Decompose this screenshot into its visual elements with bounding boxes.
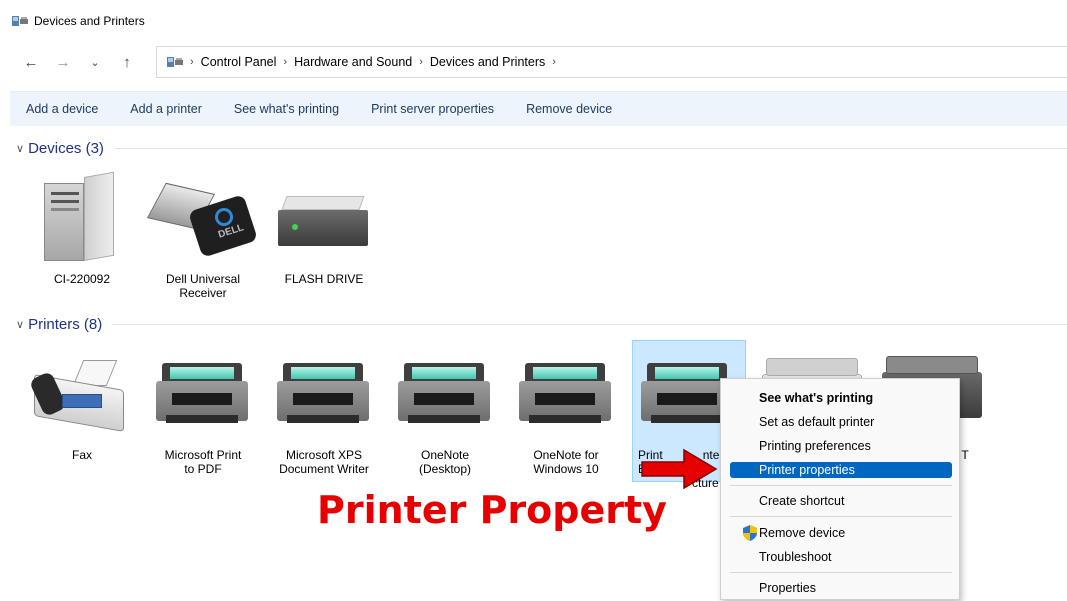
command-bar: Add a device Add a printer See what's pr…	[10, 91, 1067, 126]
printer-label: OneNote	[420, 448, 470, 462]
group-title: Printers (8)	[28, 315, 103, 333]
printer-item[interactable]: OneNote (Desktop)	[393, 448, 497, 476]
menu-item-troubleshoot[interactable]: Troubleshoot	[730, 549, 952, 565]
printer-label: Document Writer	[279, 462, 369, 476]
printer-label: OneNote for	[533, 448, 599, 462]
device-item[interactable]: CI-220092	[30, 272, 134, 286]
breadcrumb-separator-icon: ›	[190, 56, 194, 68]
window-title: Devices and Printers	[34, 14, 145, 28]
device-item[interactable]: FLASH DRIVE	[272, 272, 376, 286]
printer-label: (Desktop)	[418, 462, 471, 476]
menu-separator	[730, 485, 952, 486]
printer-label: Microsoft Print	[164, 448, 242, 462]
breadcrumb-devices-and-printers[interactable]: Devices and Printers	[430, 55, 545, 69]
navigation-bar: ← → ⌄ ↑ › Control Panel › Hardware and S…	[0, 44, 1067, 80]
annotation-caption: Printer Property	[317, 488, 667, 532]
usb-receiver-icon[interactable]: DELL	[146, 180, 258, 258]
printer-icon[interactable]	[519, 363, 611, 427]
menu-item-set-default-printer[interactable]: Set as default printer	[730, 414, 952, 430]
group-title: Devices (3)	[28, 139, 104, 157]
title-bar: Devices and Printers	[0, 0, 1067, 42]
printer-label: T	[961, 448, 969, 462]
location-icon	[167, 55, 183, 69]
breadcrumb-control-panel[interactable]: Control Panel	[201, 55, 277, 69]
printer-item[interactable]: Fax	[30, 448, 134, 462]
menu-item-remove-device[interactable]: Remove device	[730, 525, 952, 541]
printers-group-header[interactable]: ∨ Printers (8)	[16, 313, 1067, 335]
printer-item[interactable]: Microsoft Print to PDF	[151, 448, 255, 476]
printer-label: Microsoft XPS	[285, 448, 363, 462]
uac-shield-icon	[743, 525, 757, 541]
devices-and-printers-icon	[12, 14, 28, 28]
menu-item-printing-preferences[interactable]: Printing preferences	[730, 438, 952, 454]
divider	[112, 323, 1067, 325]
fax-icon[interactable]	[28, 360, 128, 432]
device-item[interactable]: Dell Universal Receiver	[151, 272, 255, 300]
menu-item-properties[interactable]: Properties	[730, 580, 952, 596]
remove-device-button[interactable]: Remove device	[510, 102, 628, 116]
divider	[113, 147, 1067, 149]
breadcrumb-hardware-and-sound[interactable]: Hardware and Sound	[294, 55, 412, 69]
breadcrumb-separator-icon: ›	[283, 56, 288, 68]
printer-icon[interactable]	[398, 363, 490, 427]
printer-icon[interactable]	[156, 363, 248, 427]
printer-label: Fax	[71, 448, 92, 462]
devices-group-header[interactable]: ∨ Devices (3)	[16, 137, 1067, 159]
chevron-down-icon[interactable]: ∨	[16, 142, 24, 155]
device-label: CI-220092	[53, 272, 111, 286]
printer-item[interactable]: T	[958, 448, 972, 462]
menu-item-printer-properties[interactable]: Printer properties	[730, 462, 952, 478]
printer-label: to PDF	[184, 462, 222, 476]
add-device-button[interactable]: Add a device	[10, 102, 114, 116]
menu-item-create-shortcut[interactable]: Create shortcut	[730, 493, 952, 509]
computer-tower-icon[interactable]	[44, 171, 116, 261]
see-whats-printing-button[interactable]: See what's printing	[218, 102, 355, 116]
forward-icon[interactable]: →	[50, 54, 76, 71]
printer-icon[interactable]	[277, 363, 369, 427]
back-icon[interactable]: ←	[18, 54, 44, 71]
up-icon[interactable]: ↑	[114, 54, 140, 71]
breadcrumb-separator-icon: ›	[419, 56, 423, 68]
menu-separator	[730, 572, 952, 573]
device-label: FLASH DRIVE	[284, 272, 364, 286]
printer-label: Windows 10	[533, 462, 599, 476]
add-printer-button[interactable]: Add a printer	[114, 102, 218, 116]
red-arrow-icon	[641, 448, 718, 490]
device-label: Receiver	[179, 286, 227, 300]
menu-item-see-whats-printing[interactable]: See what's printing	[730, 390, 952, 406]
address-bar[interactable]: › Control Panel › Hardware and Sound › D…	[156, 46, 1067, 78]
menu-item-label: Remove device	[759, 526, 846, 540]
context-menu: See what's printing Set as default print…	[720, 378, 960, 600]
print-server-properties-button[interactable]: Print server properties	[355, 102, 510, 116]
chevron-down-icon[interactable]: ∨	[16, 318, 24, 331]
printer-item[interactable]: OneNote for Windows 10	[514, 448, 618, 476]
flash-drive-icon[interactable]	[278, 196, 368, 246]
device-label: Dell Universal	[165, 272, 241, 286]
printer-item[interactable]: Microsoft XPS Document Writer	[272, 448, 376, 476]
recent-locations-chevron-icon[interactable]: ⌄	[82, 56, 108, 69]
breadcrumb-expand-icon[interactable]: ›	[552, 56, 556, 68]
menu-separator	[730, 516, 952, 517]
